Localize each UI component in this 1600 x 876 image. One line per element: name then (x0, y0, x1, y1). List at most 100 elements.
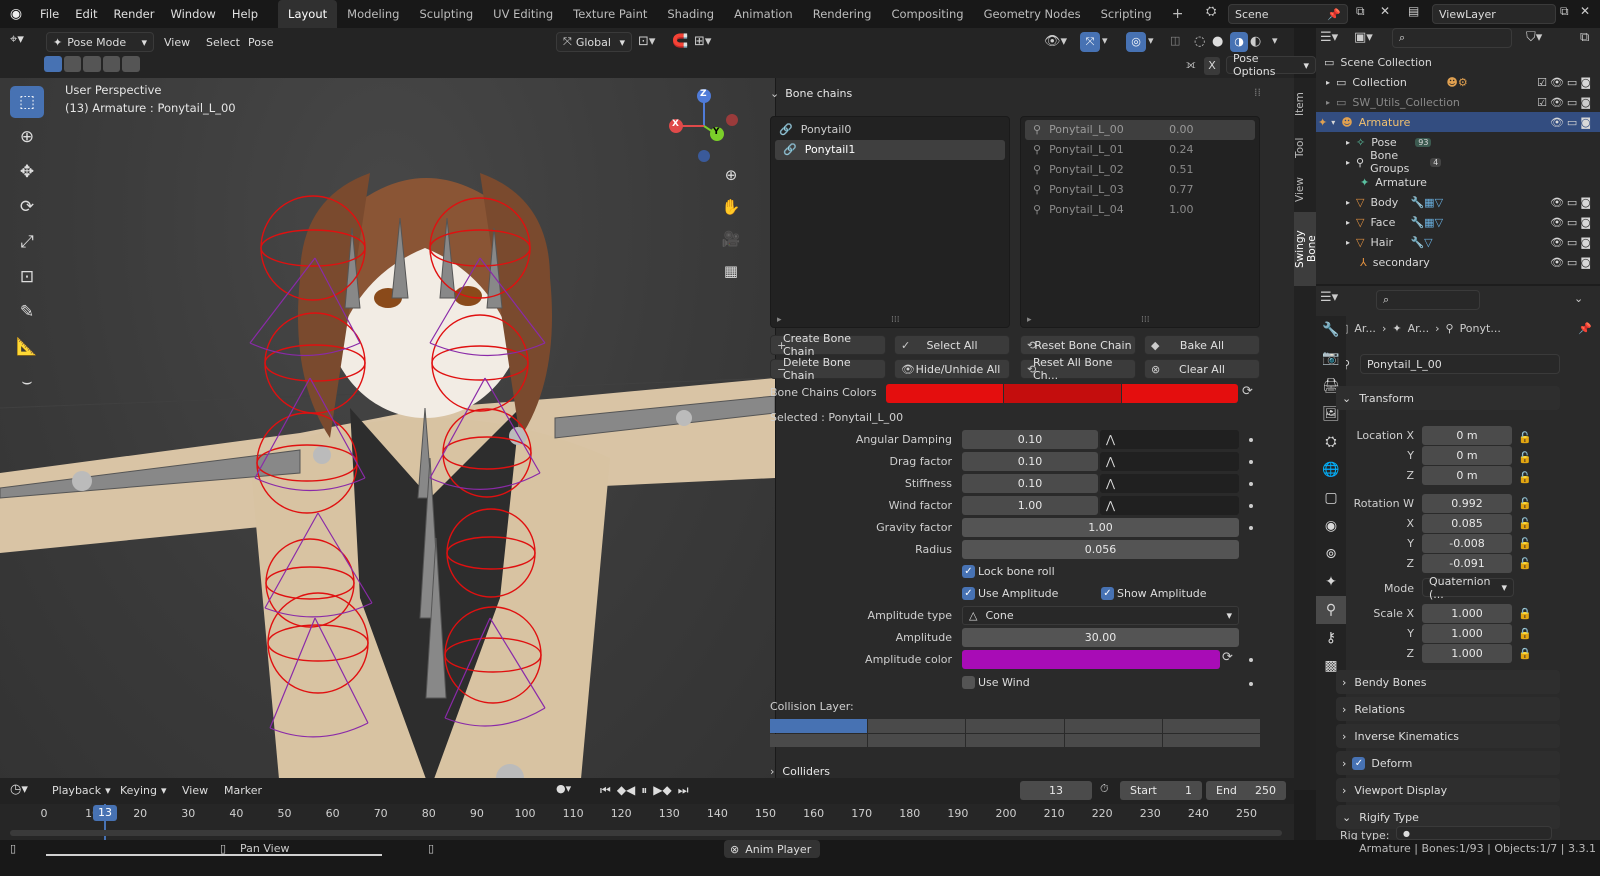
drag-factor-field[interactable]: 0.10 (962, 452, 1098, 471)
mode-dropdown[interactable]: ✦ Pose Mode ▾ (46, 32, 154, 52)
overlay-toggle-icon[interactable]: ◎ (1126, 32, 1146, 52)
current-frame-field[interactable]: 13 (1020, 781, 1092, 800)
mirror-x-toggle[interactable]: X (1204, 57, 1220, 75)
gravity-factor-field[interactable]: 1.00 (962, 518, 1239, 537)
wind-factor-field[interactable]: 1.00 (962, 496, 1098, 515)
wind-factor-curve-button[interactable]: ⋀ (1100, 496, 1239, 515)
snap-icon[interactable]: 🧲 (672, 34, 688, 49)
location-x-field[interactable]: 0 m (1422, 426, 1512, 445)
scale-z-field[interactable]: 1.000 (1422, 644, 1512, 663)
tab-modeling[interactable]: Modeling (337, 0, 409, 28)
rotation-lock-icons[interactable]: 🔓 🔓 🔓 🔓 (1518, 494, 1532, 574)
visibility-icons[interactable]: ☑👁▭◙ (1537, 76, 1594, 89)
inverse-kinematics-section-header[interactable]: › Inverse Kinematics (1336, 724, 1560, 748)
collision-layer-toggle[interactable] (1064, 733, 1162, 747)
pause-icon[interactable]: ⏸ (641, 783, 647, 798)
angular-damping-field[interactable]: 0.10 (962, 430, 1098, 449)
resize-handle-icon[interactable]: ⁞⁞⁞ (891, 315, 900, 325)
radius-field[interactable]: 0.056 (962, 540, 1239, 559)
rotate-icon[interactable]: ⟳ (10, 191, 44, 223)
camera-icon[interactable]: 🎥 (718, 230, 744, 256)
outliner-row-sw-utils[interactable]: ▸ ▭ SW_Utils_Collection ☑👁▭◙ (1316, 92, 1600, 112)
filter-icon[interactable]: ⛉▾ (1526, 30, 1542, 45)
tool-tab-icon[interactable]: 🔧 (1316, 316, 1346, 344)
jump-start-icon[interactable]: ⏮ (600, 783, 611, 798)
visibility-icons[interactable]: 👁▭◙ (1550, 236, 1594, 249)
transform-section-header[interactable]: ⌄ Transform (1336, 386, 1560, 410)
bone-chains-header[interactable]: ⌄ Bone chains (770, 82, 1270, 104)
hide-unhide-all-button[interactable]: 👁 Hide/Unhide All (894, 359, 1010, 379)
keyframe-dot[interactable] (1249, 504, 1253, 508)
visibility-icon[interactable]: 👁▾ (1044, 34, 1067, 49)
collision-layer-toggle[interactable] (770, 733, 868, 747)
new-view-layer-icon[interactable]: ⧉ (1560, 4, 1578, 24)
mirror-icon[interactable]: ⟗ (1186, 58, 1196, 72)
chevron-down-icon[interactable]: ▾ (1102, 34, 1108, 47)
outliner-row-hair[interactable]: ▸ ▽ Hair 🔧▽ 👁▭◙ (1316, 232, 1600, 252)
select-invert-icon[interactable] (102, 56, 121, 72)
record-icon[interactable]: ●▾ (556, 782, 571, 795)
grid-icon[interactable]: ▦ (718, 262, 744, 288)
refresh-colors-icon[interactable]: ⟳ (1242, 384, 1253, 399)
rig-type-field[interactable]: ● (1396, 826, 1552, 840)
select-extend-icon[interactable] (63, 56, 82, 72)
bone-item[interactable]: ⚲ Ponytail_L_02 0.51 (1025, 160, 1255, 180)
playback-menu[interactable]: Playback ▾ (46, 780, 111, 800)
bake-all-button[interactable]: ◆ Bake All (1144, 335, 1260, 355)
new-scene-icon[interactable]: ⧉ (1356, 4, 1376, 24)
tab-sculpting[interactable]: Sculpting (409, 0, 483, 28)
create-bone-chain-button[interactable]: + Create Bone Chain (770, 332, 886, 358)
outliner-row-collection[interactable]: ▸ ▭ Collection ☻⚙ ☑👁▭◙ (1316, 72, 1600, 92)
collision-layer-toggle[interactable] (868, 733, 966, 747)
show-amplitude-checkbox[interactable]: ✓ (1101, 587, 1114, 600)
editor-type-icon[interactable]: ⌖▾ (10, 32, 40, 52)
blender-logo-icon[interactable]: ◉ (0, 6, 32, 22)
display-mode-icon[interactable]: ▣▾ (1354, 30, 1373, 45)
keyframe-dot[interactable] (1249, 658, 1253, 662)
outliner-editor-icon[interactable]: ☰▾ (1320, 30, 1338, 45)
use-amplitude-checkbox[interactable]: ✓ (962, 587, 975, 600)
clear-all-button[interactable]: ⊗ Clear All (1144, 359, 1260, 379)
pose-options-dropdown[interactable]: Pose Options ▾ (1226, 52, 1316, 78)
xray-icon[interactable]: ◫ (1170, 34, 1180, 47)
bone-name-field[interactable]: Ponytail_L_00 (1360, 354, 1560, 374)
outliner-row-armature-data[interactable]: ✦ Armature (1316, 172, 1600, 192)
add-workspace-icon[interactable]: + (1162, 0, 1194, 28)
rotation-w-field[interactable]: 0.992 (1422, 494, 1512, 513)
tab-rendering[interactable]: Rendering (803, 0, 882, 28)
outliner-row-armature[interactable]: ✦ ▾ ☻ Armature 👁▭◙ (1316, 112, 1600, 132)
scale-icon[interactable]: ⤢ (10, 226, 44, 258)
menu-render[interactable]: Render (106, 0, 163, 28)
tab-animation[interactable]: Animation (724, 0, 803, 28)
anim-player-button[interactable]: ⊗ Anim Player (724, 840, 820, 858)
select-subtract-icon[interactable] (83, 56, 101, 72)
prev-keyframe-icon[interactable]: ◆◀ (617, 783, 635, 797)
keyframe-dot[interactable] (1249, 438, 1253, 442)
chain-color-swatch-3[interactable] (1122, 384, 1238, 403)
start-frame-field[interactable]: Start 1 (1120, 781, 1202, 800)
angular-damping-curve-button[interactable]: ⋀ (1100, 430, 1239, 449)
solid-shading-icon[interactable]: ● (1212, 34, 1223, 49)
timeline-frames[interactable]: 0102030405060708090100110120130140150160… (0, 804, 1294, 840)
select-intersect-icon[interactable] (122, 56, 140, 72)
refresh-color-icon[interactable]: ⟳ (1222, 650, 1233, 665)
outliner-search-input[interactable]: ⌕ (1392, 28, 1512, 48)
resize-handle-icon[interactable]: ⁞⁞⁞ (1141, 315, 1150, 325)
marker-menu[interactable]: Marker (224, 784, 262, 797)
pan-hand-icon[interactable]: ✋ (718, 198, 744, 224)
menu-file[interactable]: File (32, 0, 67, 28)
amplitude-type-dropdown[interactable]: △ Cone ▾ (962, 606, 1239, 625)
playhead-frame[interactable]: 13 (93, 805, 117, 821)
transform-icon[interactable]: ⊡ (10, 261, 44, 293)
chain-color-swatch-1[interactable] (886, 384, 1003, 403)
clock-icon[interactable]: ⏱ (1100, 782, 1109, 796)
expand-icon[interactable]: ▸ (777, 315, 782, 325)
gizmo-toggle-icon[interactable]: ⤧ (1080, 32, 1100, 52)
tab-scripting[interactable]: Scripting (1091, 0, 1162, 28)
tab-item[interactable]: Item (1294, 82, 1316, 126)
collision-layer-toggle[interactable] (770, 719, 868, 733)
cursor-icon[interactable]: ⊕ (10, 121, 44, 153)
annotate-icon[interactable]: ✎ (10, 296, 44, 328)
timeline-scrollbar[interactable] (10, 830, 1282, 836)
scale-y-field[interactable]: 1.000 (1422, 624, 1512, 643)
